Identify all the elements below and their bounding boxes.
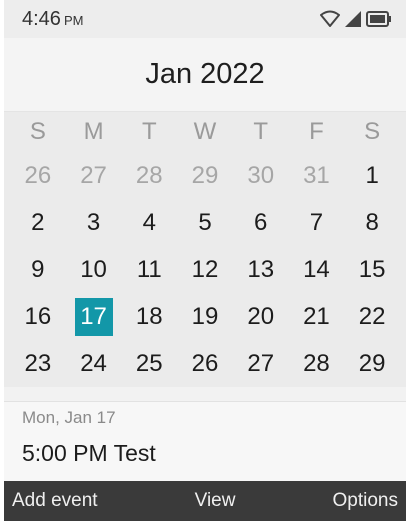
weekday-label: F bbox=[309, 118, 324, 145]
wifi-icon bbox=[320, 10, 340, 27]
day-cell[interactable]: 9 bbox=[10, 252, 66, 288]
status-clock: 4:46 PM bbox=[22, 8, 83, 31]
weekday-label: T bbox=[253, 118, 269, 145]
day-cell-prev-month[interactable]: 31 bbox=[289, 158, 345, 194]
signal-icon bbox=[345, 11, 361, 27]
event-panel: Mon, Jan 17 5:00 PM Test bbox=[4, 401, 406, 483]
day-cell[interactable]: 23 bbox=[10, 346, 66, 382]
day-cell-prev-month[interactable]: 30 bbox=[233, 158, 289, 194]
day-cell[interactable]: 14 bbox=[289, 252, 345, 288]
day-cell-selected[interactable]: 17 bbox=[74, 297, 113, 336]
selected-date-label: Mon, Jan 17 bbox=[22, 408, 116, 427]
battery-icon bbox=[366, 11, 391, 27]
day-cell[interactable]: 21 bbox=[289, 299, 345, 335]
day-cell[interactable]: 20 bbox=[233, 299, 289, 335]
day-cell[interactable]: 27 bbox=[233, 346, 289, 382]
day-cell-prev-month[interactable]: 28 bbox=[121, 158, 177, 194]
options-softkey[interactable]: Options bbox=[333, 490, 398, 512]
week-row-1: 26 27 28 29 30 31 1 bbox=[10, 152, 400, 199]
day-cell[interactable]: 25 bbox=[121, 346, 177, 382]
month-title: Jan 2022 bbox=[4, 38, 406, 112]
day-cell[interactable]: 28 bbox=[289, 346, 345, 382]
status-icons bbox=[320, 10, 392, 28]
weekday-label: W bbox=[193, 118, 217, 145]
day-cell[interactable]: 4 bbox=[121, 205, 177, 241]
day-cell[interactable]: 11 bbox=[121, 252, 177, 288]
day-cell[interactable]: 18 bbox=[121, 299, 177, 335]
weekday-label: S bbox=[29, 118, 46, 145]
day-cell-prev-month[interactable]: 27 bbox=[66, 158, 122, 194]
day-cell-prev-month[interactable]: 26 bbox=[10, 158, 66, 194]
add-event-softkey[interactable]: Add event bbox=[12, 490, 98, 512]
day-cell[interactable]: 12 bbox=[177, 252, 233, 288]
day-cell[interactable]: 15 bbox=[344, 252, 400, 288]
week-row-4: 16 17 18 19 20 21 22 bbox=[10, 293, 400, 340]
calendar-screen: 4:46 PM Jan 2022 S M T W T F S 26 27 28 … bbox=[4, 0, 406, 521]
day-cell[interactable]: 7 bbox=[289, 205, 345, 241]
weekday-header-row: S M T W T F S bbox=[10, 112, 400, 152]
week-row-2: 2 3 4 5 6 7 8 bbox=[10, 199, 400, 246]
day-cell[interactable]: 8 bbox=[344, 205, 400, 241]
event-item[interactable]: 5:00 PM Test bbox=[4, 428, 406, 467]
day-cell[interactable]: 16 bbox=[10, 299, 66, 335]
day-cell[interactable]: 13 bbox=[233, 252, 289, 288]
day-cell[interactable]: 1 bbox=[344, 158, 400, 194]
weekday-label: T bbox=[141, 118, 157, 145]
day-cell[interactable]: 6 bbox=[233, 205, 289, 241]
day-cell-prev-month[interactable]: 29 bbox=[177, 158, 233, 194]
day-cell[interactable]: 29 bbox=[344, 346, 400, 382]
day-cell[interactable]: 10 bbox=[66, 252, 122, 288]
day-cell[interactable]: 3 bbox=[66, 205, 122, 241]
day-cell[interactable]: 5 bbox=[177, 205, 233, 241]
clock-ampm: PM bbox=[63, 12, 84, 28]
view-softkey[interactable]: View bbox=[195, 490, 236, 512]
day-cell[interactable]: 26 bbox=[177, 346, 233, 382]
day-cell[interactable]: 22 bbox=[344, 299, 400, 335]
weekday-label: M bbox=[83, 118, 104, 145]
weekday-label: S bbox=[364, 118, 381, 145]
day-cell[interactable]: 19 bbox=[177, 299, 233, 335]
calendar-grid: S M T W T F S 26 27 28 29 30 31 1 2 3 4 … bbox=[4, 112, 406, 387]
clock-time: 4:46 bbox=[22, 7, 61, 30]
day-cell[interactable]: 2 bbox=[10, 205, 66, 241]
day-cell[interactable]: 24 bbox=[66, 346, 122, 382]
week-row-5: 23 24 25 26 27 28 29 bbox=[10, 340, 400, 387]
status-bar: 4:46 PM bbox=[4, 0, 406, 38]
week-row-3: 9 10 11 12 13 14 15 bbox=[10, 246, 400, 293]
softkey-bar: Add event View Options bbox=[4, 481, 406, 521]
